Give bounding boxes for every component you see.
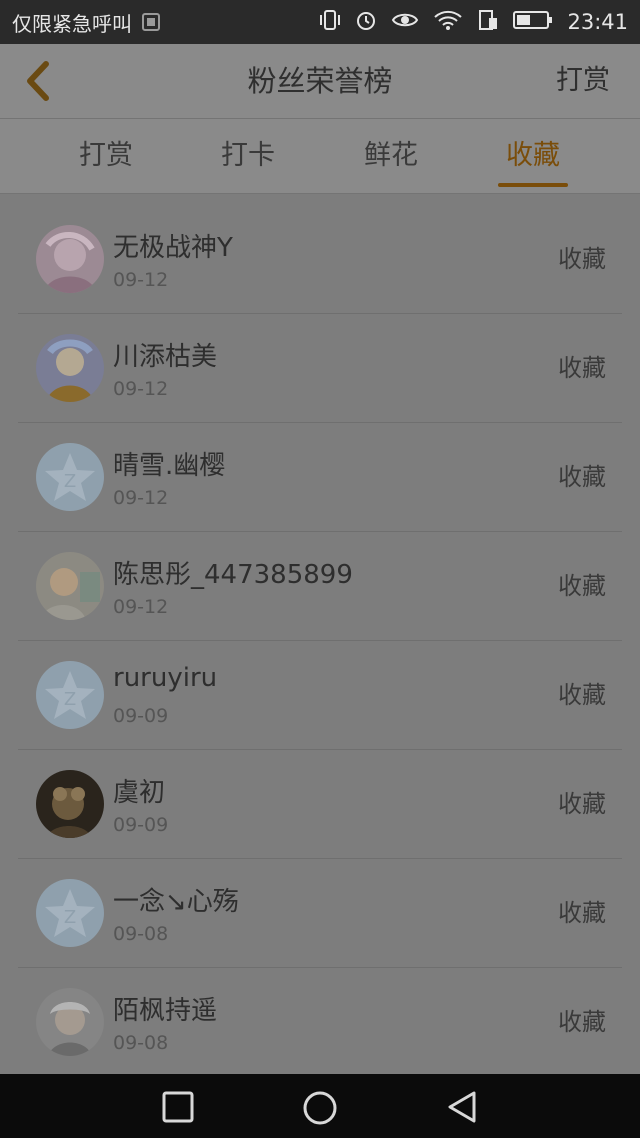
recent-apps-square-icon	[162, 1091, 194, 1123]
fan-list: 无极战神Y 09-12 收藏 川添枯美 09-12 收藏 Z 晴雪.幽樱 09-…	[18, 205, 622, 1077]
avatar	[36, 225, 104, 293]
list-item[interactable]: Z 晴雪.幽樱 09-12 收藏	[18, 423, 622, 532]
page-title: 粉丝荣誉榜	[247, 64, 393, 98]
row-date: 09-09	[113, 814, 169, 836]
row-action-label: 收藏	[558, 790, 606, 818]
tab-bar: 打赏 打卡 鲜花 收藏	[0, 119, 640, 194]
default-avatar-icon: Z	[36, 879, 104, 947]
wifi-icon	[433, 9, 463, 36]
row-date: 09-08	[113, 1032, 169, 1054]
alarm-icon	[355, 9, 377, 36]
svg-text:Z: Z	[64, 471, 76, 492]
list-item[interactable]: 虞初 09-09 收藏	[18, 750, 622, 859]
avatar	[36, 552, 104, 620]
row-date: 09-12	[113, 596, 169, 618]
user-name: 晴雪.幽樱	[113, 451, 226, 481]
clock: 23:41	[567, 10, 628, 34]
default-avatar-icon: Z	[36, 443, 104, 511]
back-triangle-icon	[448, 1091, 476, 1123]
sim-icon	[477, 9, 499, 36]
row-date: 09-12	[113, 378, 169, 400]
eye-icon	[391, 9, 419, 36]
home-button[interactable]	[302, 1090, 337, 1125]
battery-icon	[513, 9, 553, 36]
tab-reward[interactable]: 打赏	[35, 119, 177, 193]
row-action-label: 收藏	[558, 1008, 606, 1036]
list-item[interactable]: Z ruruyiru 09-09 收藏	[18, 641, 622, 750]
user-name: 川添枯美	[113, 342, 218, 372]
status-bar: 仅限紧急呼叫 23:41	[0, 0, 640, 44]
reward-button[interactable]: 打赏	[556, 44, 610, 118]
list-item[interactable]: 川添枯美 09-12 收藏	[18, 314, 622, 423]
row-action-label: 收藏	[558, 681, 606, 709]
row-action-label: 收藏	[558, 354, 606, 382]
avatar	[36, 988, 104, 1056]
svg-text:Z: Z	[64, 689, 76, 710]
avatar	[36, 334, 104, 402]
tab-checkin[interactable]: 打卡	[177, 119, 319, 193]
system-back-button[interactable]	[445, 1090, 479, 1124]
user-name: 一念↘心殇	[113, 887, 239, 917]
user-name: 无极战神Y	[113, 233, 233, 263]
default-avatar-icon: Z	[36, 661, 104, 729]
row-action-label: 收藏	[558, 463, 606, 491]
user-name: 陈思彤_447385899	[113, 560, 353, 590]
list-item[interactable]: 陈思彤_447385899 09-12 收藏	[18, 532, 622, 641]
app-header: 粉丝荣誉榜 打赏	[0, 44, 640, 119]
list-item[interactable]: 陌枫持遥 09-08 收藏	[18, 968, 622, 1077]
row-action-label: 收藏	[558, 245, 606, 273]
tab-favorites[interactable]: 收藏	[462, 119, 604, 193]
row-date: 09-09	[113, 705, 169, 727]
home-circle-icon	[303, 1091, 337, 1125]
svg-text:Z: Z	[64, 907, 76, 928]
user-name: 虞初	[113, 778, 166, 808]
row-action-label: 收藏	[558, 899, 606, 927]
carrier-text: 仅限紧急呼叫	[12, 11, 132, 36]
recent-apps-button[interactable]	[161, 1090, 195, 1124]
system-nav-bar	[0, 1074, 640, 1138]
vibrate-icon	[319, 9, 341, 36]
user-name: ruruyiru	[113, 663, 218, 693]
row-date: 09-08	[113, 923, 169, 945]
row-date: 09-12	[113, 269, 169, 291]
list-item[interactable]: 无极战神Y 09-12 收藏	[18, 205, 622, 314]
user-name: 陌枫持遥	[113, 996, 218, 1026]
row-date: 09-12	[113, 487, 169, 509]
avatar	[36, 770, 104, 838]
notification-image-icon	[142, 13, 160, 31]
row-action-label: 收藏	[558, 572, 606, 600]
active-tab-indicator	[498, 183, 568, 187]
tab-flowers[interactable]: 鲜花	[320, 119, 462, 193]
list-item[interactable]: Z 一念↘心殇 09-08 收藏	[18, 859, 622, 968]
